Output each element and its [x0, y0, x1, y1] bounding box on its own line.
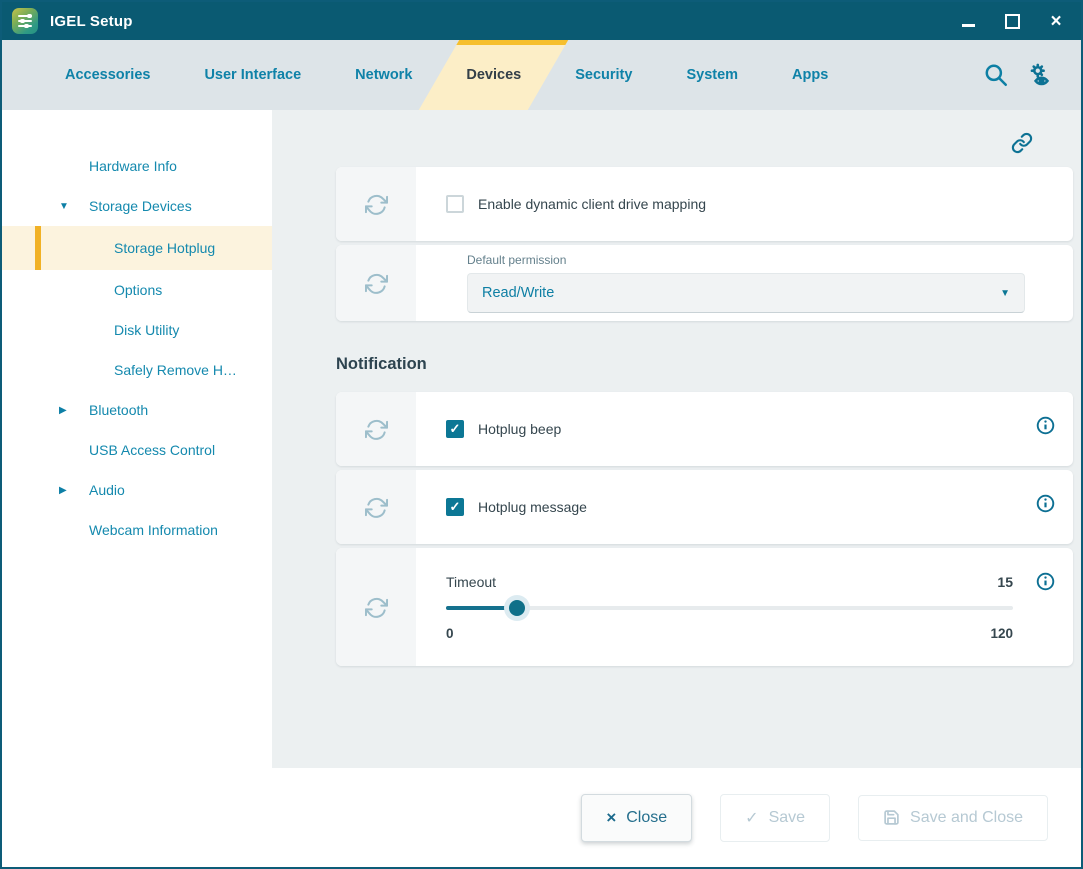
reset-parameter-icon[interactable] — [336, 245, 416, 321]
app-body: Hardware Info ▼ Storage Devices Storage … — [2, 110, 1081, 768]
tab-network[interactable]: Network — [328, 40, 439, 110]
check-icon: ✓ — [745, 808, 758, 828]
timeout-slider-track[interactable] — [446, 606, 1013, 610]
sidebar-item-audio[interactable]: ▶ Audio — [2, 470, 272, 510]
close-x-icon: × — [606, 808, 616, 828]
tab-accessories[interactable]: Accessories — [38, 40, 177, 110]
titlebar: IGEL Setup × — [2, 2, 1081, 40]
reset-parameter-icon[interactable] — [336, 392, 416, 466]
search-icon[interactable] — [983, 62, 1009, 88]
hotplug-beep-label: Hotplug beep — [478, 421, 561, 437]
hotplug-beep-checkbox[interactable]: ✓ — [446, 420, 464, 438]
reset-parameter-icon[interactable] — [336, 470, 416, 544]
minimize-icon[interactable] — [957, 10, 979, 32]
reset-parameter-icon[interactable] — [336, 167, 416, 241]
dynamic-mapping-checkbox[interactable] — [446, 195, 464, 213]
setting-row-timeout: Timeout 15 0 120 — [336, 548, 1073, 666]
sidebar-item-usb-access-control[interactable]: USB Access Control — [2, 430, 272, 470]
igel-app-logo-icon — [12, 8, 38, 34]
default-permission-value: Read/Write — [482, 285, 554, 301]
save-floppy-icon — [883, 809, 900, 826]
timeout-min: 0 — [446, 626, 454, 641]
tab-devices[interactable]: Devices — [439, 40, 548, 110]
sidebar-item-safely-remove[interactable]: Safely Remove H… — [2, 350, 272, 390]
expand-open-icon: ▼ — [59, 201, 69, 212]
close-window-icon[interactable]: × — [1045, 10, 1067, 32]
setting-row-default-permission: Default permission Read/Write ▼ — [336, 245, 1073, 321]
timeout-label: Timeout — [446, 574, 496, 590]
sidebar-navigation: Hardware Info ▼ Storage Devices Storage … — [2, 110, 272, 768]
setting-row-hotplug-message: ✓ Hotplug message — [336, 470, 1073, 544]
window-controls: × — [957, 10, 1067, 32]
info-icon[interactable] — [1036, 572, 1055, 596]
timeout-value: 15 — [997, 574, 1013, 590]
sidebar-item-disk-utility[interactable]: Disk Utility — [2, 310, 272, 350]
sidebar-item-options[interactable]: Options — [2, 270, 272, 310]
expand-closed-icon: ▶ — [59, 485, 67, 496]
timeout-max: 120 — [990, 626, 1013, 641]
save-button[interactable]: ✓ Save — [720, 794, 830, 842]
setting-row-hotplug-beep: ✓ Hotplug beep — [336, 392, 1073, 466]
tab-bar: Accessories User Interface Network Devic… — [2, 40, 1081, 110]
footer-button-bar: × Close ✓ Save Save and Close — [2, 768, 1081, 867]
tab-user-interface[interactable]: User Interface — [177, 40, 328, 110]
timeout-slider-fill — [446, 606, 517, 610]
info-icon[interactable] — [1036, 494, 1055, 518]
hotplug-message-checkbox[interactable]: ✓ — [446, 498, 464, 516]
dynamic-mapping-label: Enable dynamic client drive mapping — [478, 196, 706, 212]
reset-parameter-icon[interactable] — [336, 548, 416, 666]
tab-security[interactable]: Security — [548, 40, 659, 110]
default-permission-label: Default permission — [446, 253, 1025, 267]
setting-row-dynamic-mapping: Enable dynamic client drive mapping — [336, 167, 1073, 241]
sidebar-item-bluetooth[interactable]: ▶ Bluetooth — [2, 390, 272, 430]
settings-panel: Enable dynamic client drive mapping Defa… — [272, 110, 1081, 768]
close-button[interactable]: × Close — [581, 794, 692, 842]
parameter-visibility-gear-eye-icon[interactable] — [1027, 62, 1055, 88]
save-and-close-button[interactable]: Save and Close — [858, 795, 1048, 841]
timeout-slider-thumb[interactable] — [509, 600, 525, 616]
tab-system[interactable]: System — [659, 40, 765, 110]
sidebar-item-storage-devices[interactable]: ▼ Storage Devices — [2, 186, 272, 226]
section-title-notification: Notification — [336, 325, 1073, 392]
tab-apps[interactable]: Apps — [765, 40, 855, 110]
sidebar-item-storage-hotplug[interactable]: Storage Hotplug — [2, 226, 272, 270]
hotplug-message-label: Hotplug message — [478, 499, 587, 515]
sidebar-item-webcam-information[interactable]: Webcam Information — [2, 510, 272, 550]
info-icon[interactable] — [1036, 416, 1055, 440]
expand-closed-icon: ▶ — [59, 405, 67, 416]
chevron-down-icon: ▼ — [1000, 288, 1010, 299]
igel-setup-window: IGEL Setup × Accessories User Interface … — [0, 0, 1083, 869]
default-permission-select[interactable]: Read/Write ▼ — [467, 273, 1025, 313]
link-parameters-icon[interactable] — [1011, 132, 1033, 159]
sidebar-item-hardware-info[interactable]: Hardware Info — [2, 146, 272, 186]
window-title: IGEL Setup — [50, 13, 133, 30]
maximize-icon[interactable] — [1001, 10, 1023, 32]
